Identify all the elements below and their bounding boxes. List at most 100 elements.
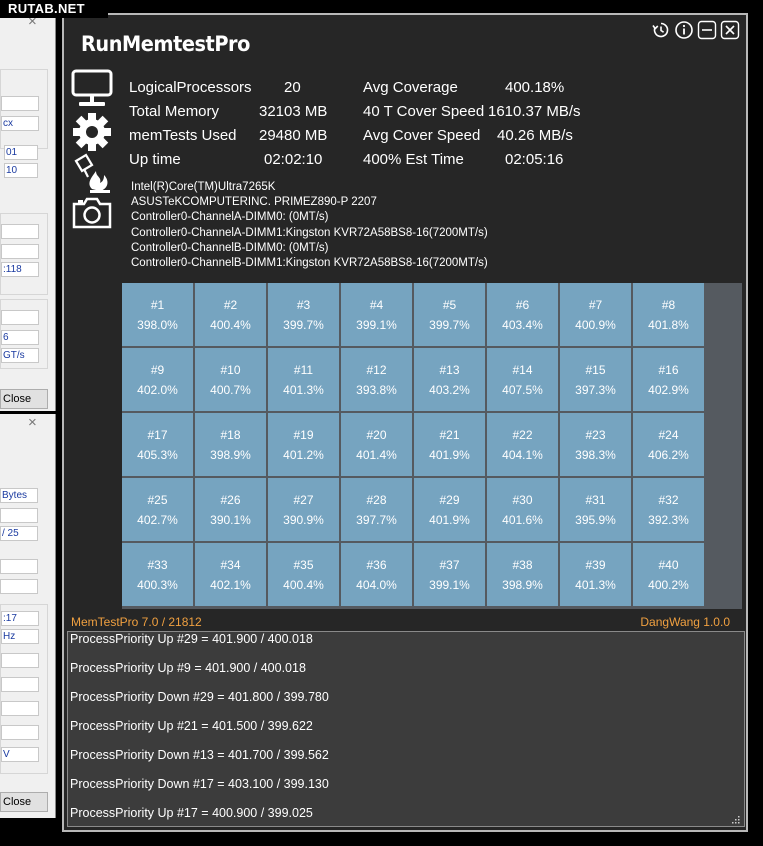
- logical-processors-label: LogicalProcessors: [129, 79, 252, 96]
- group-box: 6 GT/s: [0, 299, 48, 369]
- thread-id: #5: [442, 297, 457, 312]
- thread-cell: #9 402.0%: [122, 348, 193, 411]
- field: cx: [1, 116, 39, 131]
- info-icon[interactable]: [674, 20, 694, 40]
- avg-cover-speed-value: 40.26 MB/s: [497, 127, 573, 144]
- thread-id: #14: [512, 362, 533, 377]
- thread-id: #9: [150, 362, 165, 377]
- thread-coverage: 402.7%: [137, 512, 178, 527]
- thread-cell: #24 406.2%: [633, 413, 704, 476]
- thread-cell: #27 390.9%: [268, 478, 339, 541]
- thread-cell: #23 398.3%: [560, 413, 631, 476]
- thread-id: #29: [439, 492, 460, 507]
- thread-coverage: 399.1%: [356, 317, 397, 332]
- log-line: ProcessPriority Up #29 = 401.900 / 400.0…: [70, 632, 313, 646]
- burn-icon[interactable]: [70, 153, 114, 195]
- est-time-value: 02:05:16: [505, 151, 564, 168]
- log-panel[interactable]: ProcessPriority Up #29 = 401.900 / 400.0…: [67, 631, 745, 827]
- close-button[interactable]: Close: [0, 792, 48, 812]
- author-label: DangWang 1.0.0: [640, 615, 730, 629]
- thread-id: #16: [658, 362, 679, 377]
- thread-coverage: 399.1%: [429, 577, 470, 592]
- history-icon[interactable]: [651, 20, 671, 40]
- thread-cell: #29 401.9%: [414, 478, 485, 541]
- thread-id: #39: [585, 557, 606, 572]
- thread-coverage: 400.7%: [210, 382, 251, 397]
- thread-cell: #28 397.7%: [341, 478, 412, 541]
- background-window-2[interactable]: × Bytes / 25 :17 Hz V Close: [0, 414, 56, 818]
- monitor-icon[interactable]: [70, 69, 114, 109]
- cover-speed-40t-value: 1610.37 MB/s: [488, 103, 581, 120]
- thread-id: #28: [366, 492, 387, 507]
- thread-coverage: 404.1%: [502, 447, 543, 462]
- thread-coverage: 390.9%: [283, 512, 324, 527]
- thread-coverage: 397.7%: [356, 512, 397, 527]
- thread-cell: #5 399.7%: [414, 283, 485, 346]
- thread-id: #25: [147, 492, 168, 507]
- log-line: ProcessPriority Up #17 = 400.900 / 399.0…: [70, 806, 313, 820]
- thread-cell: #15 397.3%: [560, 348, 631, 411]
- thread-id: #3: [296, 297, 311, 312]
- thread-cells: #1 398.0% #2 400.4% #3 399.7% #4 399.1% #5 399.7%…: [122, 283, 705, 609]
- thread-id: #10: [220, 362, 241, 377]
- thread-id: #38: [512, 557, 533, 572]
- field: [0, 508, 38, 523]
- field: [1, 725, 39, 740]
- thread-cell: #12 393.8%: [341, 348, 412, 411]
- field: GT/s: [1, 348, 39, 363]
- thread-id: #4: [369, 297, 384, 312]
- field: [1, 310, 39, 325]
- thread-cell: #31 395.9%: [560, 478, 631, 541]
- field: Bytes: [0, 488, 38, 503]
- thread-grid: #1 398.0% #2 400.4% #3 399.7% #4 399.1% #5 399.7%…: [122, 283, 742, 609]
- camera-icon[interactable]: [70, 195, 114, 231]
- thread-coverage: 405.3%: [137, 447, 178, 462]
- thread-cell: #2 400.4%: [195, 283, 266, 346]
- thread-cell: #17 405.3%: [122, 413, 193, 476]
- board-info: ASUSTeKCOMPUTERINC. PRIMEZ890-P 2207: [131, 196, 377, 209]
- thread-id: #24: [658, 427, 679, 442]
- thread-id: #1: [150, 297, 165, 312]
- thread-cell: #3 399.7%: [268, 283, 339, 346]
- close-button[interactable]: Close: [0, 389, 48, 409]
- dimm-info: Controller0-ChannelB-DIMM0: (0MT/s): [131, 241, 329, 254]
- thread-coverage: 404.0%: [356, 577, 397, 592]
- close-icon[interactable]: ×: [28, 414, 37, 431]
- thread-id: #34: [220, 557, 241, 572]
- gear-icon[interactable]: [70, 111, 114, 153]
- field: [1, 701, 39, 716]
- thread-coverage: 399.7%: [429, 317, 470, 332]
- group-box: :118: [0, 213, 48, 295]
- dimm-info: Controller0-ChannelA-DIMM1:Kingston KVR7…: [131, 226, 488, 239]
- total-memory-label: Total Memory: [129, 103, 220, 120]
- thread-cell: #25 402.7%: [122, 478, 193, 541]
- system-info: Intel(R)Core(TM)Ultra7265K ASUSTeKCOMPUT…: [131, 180, 488, 271]
- window-controls: [651, 20, 740, 40]
- logical-processors-value: 20: [284, 79, 301, 96]
- dimm-info: Controller0-ChannelA-DIMM0: (0MT/s): [131, 211, 329, 224]
- thread-coverage: 403.4%: [502, 317, 543, 332]
- thread-cell: #39 401.3%: [560, 543, 631, 606]
- thread-coverage: 401.2%: [283, 447, 324, 462]
- minimize-icon[interactable]: [697, 20, 717, 40]
- field: 6: [1, 330, 39, 345]
- thread-cell: #40 400.2%: [633, 543, 704, 606]
- field: [0, 559, 38, 574]
- thread-cell: #21 401.9%: [414, 413, 485, 476]
- field: :17: [1, 611, 39, 626]
- thread-id: #11: [293, 362, 314, 377]
- cover-speed-40t-label: 40 T Cover Speed: [363, 103, 485, 120]
- thread-coverage: 401.9%: [429, 512, 470, 527]
- thread-id: #17: [147, 427, 168, 442]
- thread-cell: #1 398.0%: [122, 283, 193, 346]
- close-icon[interactable]: [720, 20, 740, 40]
- field: / 25: [0, 526, 38, 541]
- thread-coverage: 402.0%: [137, 382, 178, 397]
- background-window-1[interactable]: × cx 01 10 :118 6 GT/s Close: [0, 13, 56, 411]
- memtests-used-label: memTests Used: [129, 127, 237, 144]
- thread-id: #20: [366, 427, 387, 442]
- thread-id: #27: [293, 492, 314, 507]
- watermark: RUTAB.NET: [0, 0, 108, 18]
- resize-grip-icon[interactable]: [730, 814, 740, 824]
- field: [1, 244, 39, 259]
